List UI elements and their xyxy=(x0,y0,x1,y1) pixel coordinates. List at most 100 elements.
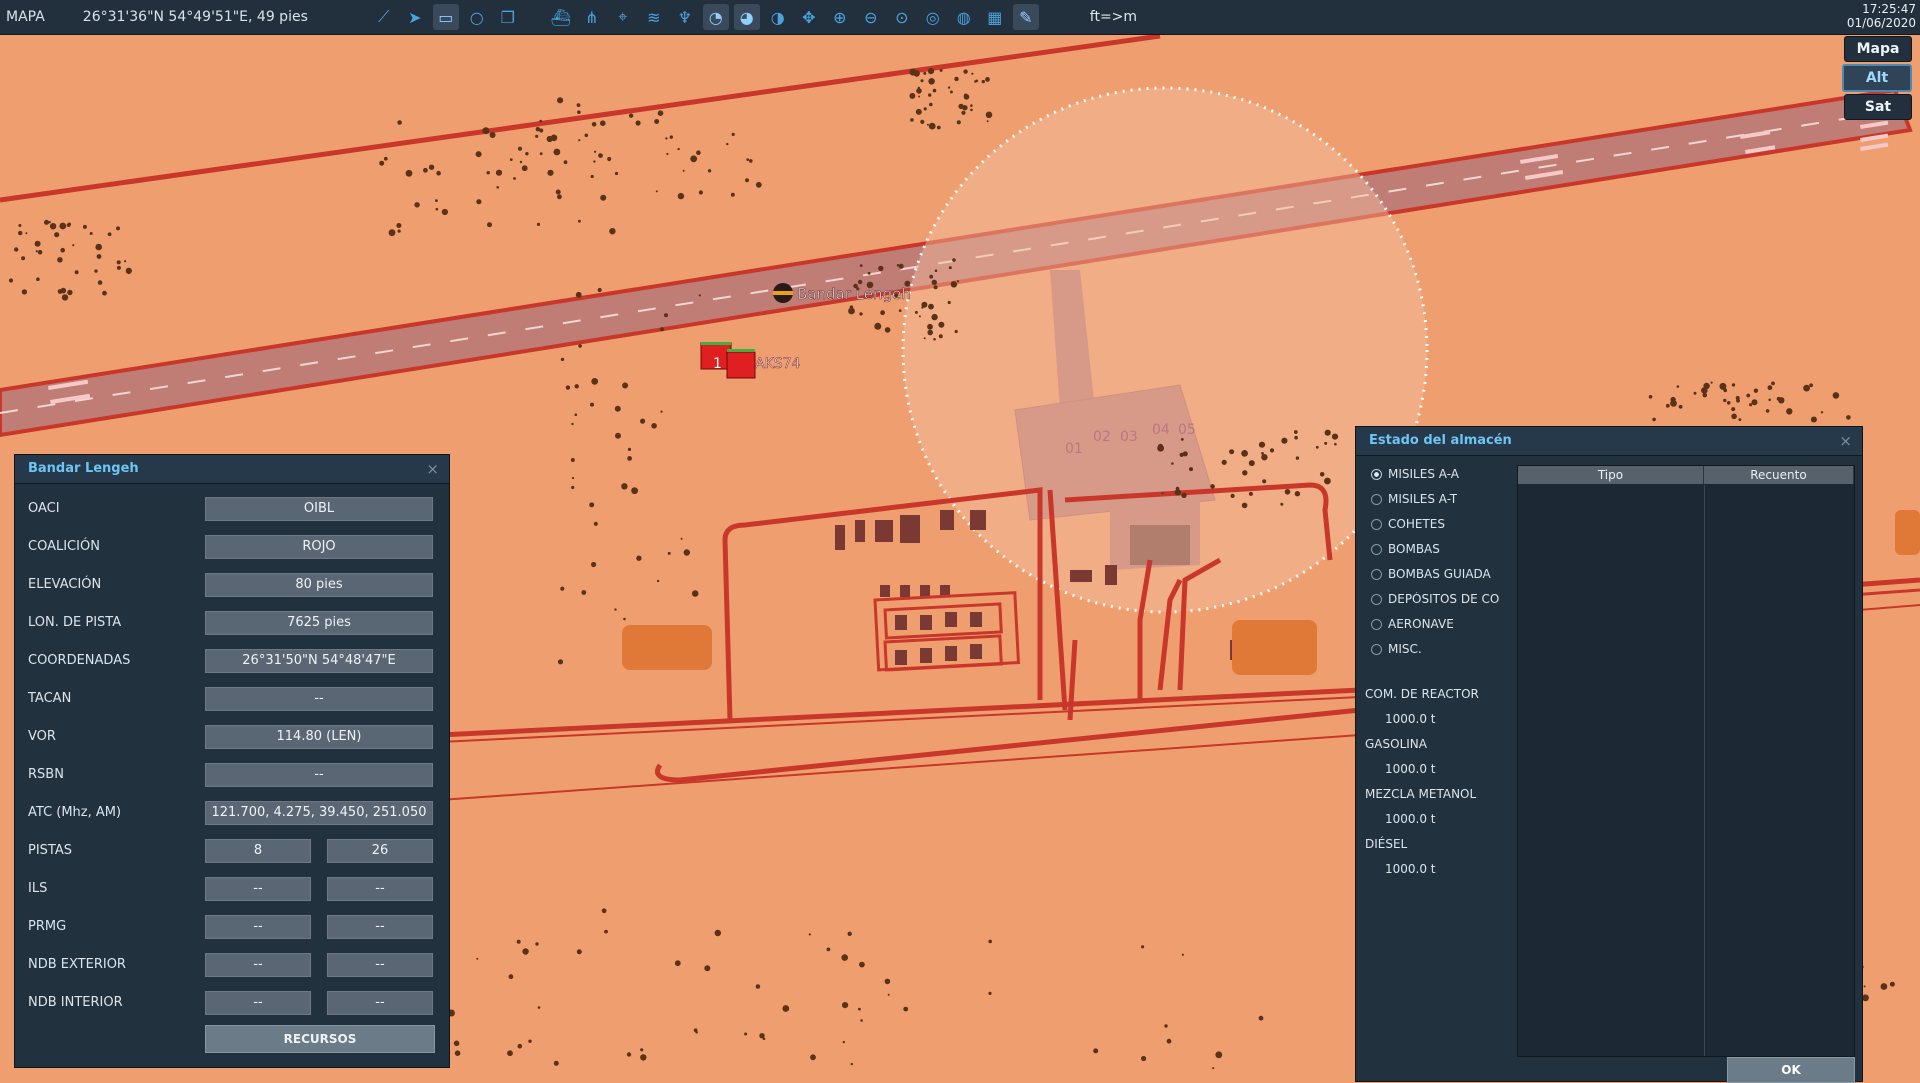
airfield-field-value-right: -- xyxy=(327,877,433,901)
close-icon[interactable]: × xyxy=(426,455,439,483)
airfield-field-value-left: 8 xyxy=(205,839,311,863)
warehouse-table-header: Tipo Recuento xyxy=(1518,466,1854,484)
category-label: MISILES A-T xyxy=(1388,492,1458,506)
airfield-panel-title: Bandar Lengeh xyxy=(28,461,139,476)
range-circle xyxy=(901,86,1429,614)
radio-icon[interactable] xyxy=(1371,568,1382,580)
layer-alt-button[interactable]: Alt xyxy=(1842,64,1912,92)
units-toggle-button[interactable]: ft=>m xyxy=(1084,6,1143,28)
category-label: BOMBAS GUIADA xyxy=(1388,567,1491,581)
close-icon[interactable]: × xyxy=(1839,427,1852,455)
airfield-panel-header: Bandar Lengeh × xyxy=(15,455,449,484)
category-label: MISILES A-A xyxy=(1388,467,1459,481)
radar2-icon[interactable]: ◕ xyxy=(733,4,760,30)
airfield-field-value: -- xyxy=(205,687,433,711)
category-label: AERONAVE xyxy=(1388,617,1454,631)
zoom-out-icon[interactable]: ⊖ xyxy=(858,4,884,30)
layer-sat-button[interactable]: Sat xyxy=(1844,94,1912,120)
fuel-label: MEZCLA METANOL xyxy=(1365,787,1477,801)
warehouse-table[interactable]: Tipo Recuento xyxy=(1517,465,1855,1057)
zoom-in-icon[interactable]: ⊕ xyxy=(827,4,853,30)
airfield-field-label: RSBN xyxy=(28,767,64,782)
radio-icon[interactable] xyxy=(1371,543,1382,555)
clock: 17:25:47 01/06/2020 xyxy=(1847,2,1916,30)
category-radio[interactable]: DEPÓSITOS DE CO xyxy=(1371,592,1499,606)
airfield-field-label: ILS xyxy=(28,881,48,896)
route-icon[interactable]: ⟋ xyxy=(371,4,397,30)
ok-button[interactable]: OK xyxy=(1727,1057,1855,1083)
airfield-field-label: LON. DE PISTA xyxy=(28,615,122,630)
airfield-field-value: 7625 pies xyxy=(205,611,433,635)
pencil-icon[interactable]: ✎ xyxy=(1012,4,1039,30)
radar3-icon[interactable]: ◑ xyxy=(765,4,791,30)
airfield-field-value-left: -- xyxy=(205,991,311,1015)
radio-icon[interactable] xyxy=(1371,468,1382,480)
grid-icon[interactable]: ▦ xyxy=(982,4,1008,30)
top-toolbar: MAPA 26°31'36"N 54°49'51"E, 49 pies ⟋ ➤ ▭ ○… xyxy=(0,0,1920,35)
airfield-field-label: NDB EXTERIOR xyxy=(28,957,126,972)
radio-icon[interactable] xyxy=(1371,643,1382,655)
category-label: MISC. xyxy=(1388,642,1422,656)
airfield-field-label: OACI xyxy=(28,501,60,516)
category-radio[interactable]: MISILES A-A xyxy=(1371,467,1459,481)
airfield-field-value-right: -- xyxy=(327,991,433,1015)
warehouse-panel-title: Estado del almacén xyxy=(1369,433,1512,448)
arrow-icon[interactable]: ➤ xyxy=(402,4,428,30)
category-radio[interactable]: MISC. xyxy=(1371,642,1422,656)
category-radio[interactable]: COHETES xyxy=(1371,517,1445,531)
airfield-field-value-right: -- xyxy=(327,953,433,977)
layer-map-button[interactable]: Mapa xyxy=(1844,36,1912,62)
radio-icon[interactable] xyxy=(1371,493,1382,505)
layers-icon[interactable]: ❐ xyxy=(495,4,521,30)
tower-icon[interactable]: ♆ xyxy=(672,4,698,30)
airfield-field-label: PISTAS xyxy=(28,843,73,858)
category-radio[interactable]: MISILES A-T xyxy=(1371,492,1457,506)
network-icon[interactable]: ⋔ xyxy=(579,4,605,30)
fuel-label: GASOLINA xyxy=(1365,737,1427,751)
zoom-fit-icon[interactable]: ⊙ xyxy=(889,4,915,30)
category-label: BOMBAS xyxy=(1388,542,1440,556)
category-label: DEPÓSITOS DE CO xyxy=(1388,592,1500,606)
signal-icon[interactable]: ≋ xyxy=(641,4,667,30)
airfield-field-value-right: -- xyxy=(327,915,433,939)
airfield-field-label: COORDENADAS xyxy=(28,653,131,668)
radio-icon[interactable] xyxy=(1371,593,1382,605)
circle-icon[interactable]: ○ xyxy=(464,4,490,30)
fuel-value: 1000.0 t xyxy=(1385,762,1436,776)
radio-icon[interactable] xyxy=(1371,518,1382,530)
radio-icon[interactable] xyxy=(1371,618,1382,630)
airfield-field-label: ELEVACIÓN xyxy=(28,577,102,592)
tool-group: ⟋ ➤ ▭ ○ ❐ ⛴ ⋔ ⌖ ≋ ♆ ◔ ◕ ◑ ✥ ⊕ ⊖ ⊙ ◎ ◍ ▦ ✎ xyxy=(371,4,1044,30)
resources-button[interactable]: RECURSOS xyxy=(205,1025,435,1053)
crosshair-icon[interactable]: ⌖ xyxy=(610,4,636,30)
column-count[interactable]: Recuento xyxy=(1704,466,1854,484)
airfield-field-value: 114.80 (LEN) xyxy=(205,725,433,749)
ship-icon[interactable]: ⛴ xyxy=(548,4,574,30)
cursor-coordinates: 26°31'36"N 54°49'51"E, 49 pies xyxy=(82,9,308,25)
airfield-field-value: ROJO xyxy=(205,535,433,559)
fuel-label: DIÉSEL xyxy=(1365,837,1408,851)
category-radio[interactable]: BOMBAS GUIADA xyxy=(1371,567,1491,581)
column-type[interactable]: Tipo xyxy=(1518,466,1704,484)
airfield-field-value-left: -- xyxy=(205,877,311,901)
airfield-field-label: COALICIÓN xyxy=(28,539,100,554)
ruler-icon[interactable]: ▭ xyxy=(432,4,459,30)
radar1-icon[interactable]: ◔ xyxy=(702,4,729,30)
fuel-value: 1000.0 t xyxy=(1385,862,1436,876)
airfield-field-label: VOR xyxy=(28,729,56,744)
airfield-field-label: PRMG xyxy=(28,919,67,934)
airfield-field-label: TACAN xyxy=(28,691,72,706)
airfield-field-value: OIBL xyxy=(205,497,433,521)
category-radio[interactable]: AERONAVE xyxy=(1371,617,1454,631)
fuel-label: COM. DE REACTOR xyxy=(1365,687,1479,701)
warehouse-panel-header: Estado del almacén × xyxy=(1356,427,1862,456)
target-icon[interactable]: ◎ xyxy=(920,4,946,30)
category-radio[interactable]: BOMBAS xyxy=(1371,542,1440,556)
pan-icon[interactable]: ✥ xyxy=(796,4,822,30)
airfield-field-value: 26°31'50"N 54°48'47"E xyxy=(205,649,433,673)
category-label: COHETES xyxy=(1388,517,1445,531)
clock-time: 17:25:47 xyxy=(1862,2,1916,16)
airfield-map-label: Bandar Lengeh xyxy=(797,285,911,303)
airfield-field-value: 80 pies xyxy=(205,573,433,597)
globe-icon[interactable]: ◍ xyxy=(951,4,977,30)
